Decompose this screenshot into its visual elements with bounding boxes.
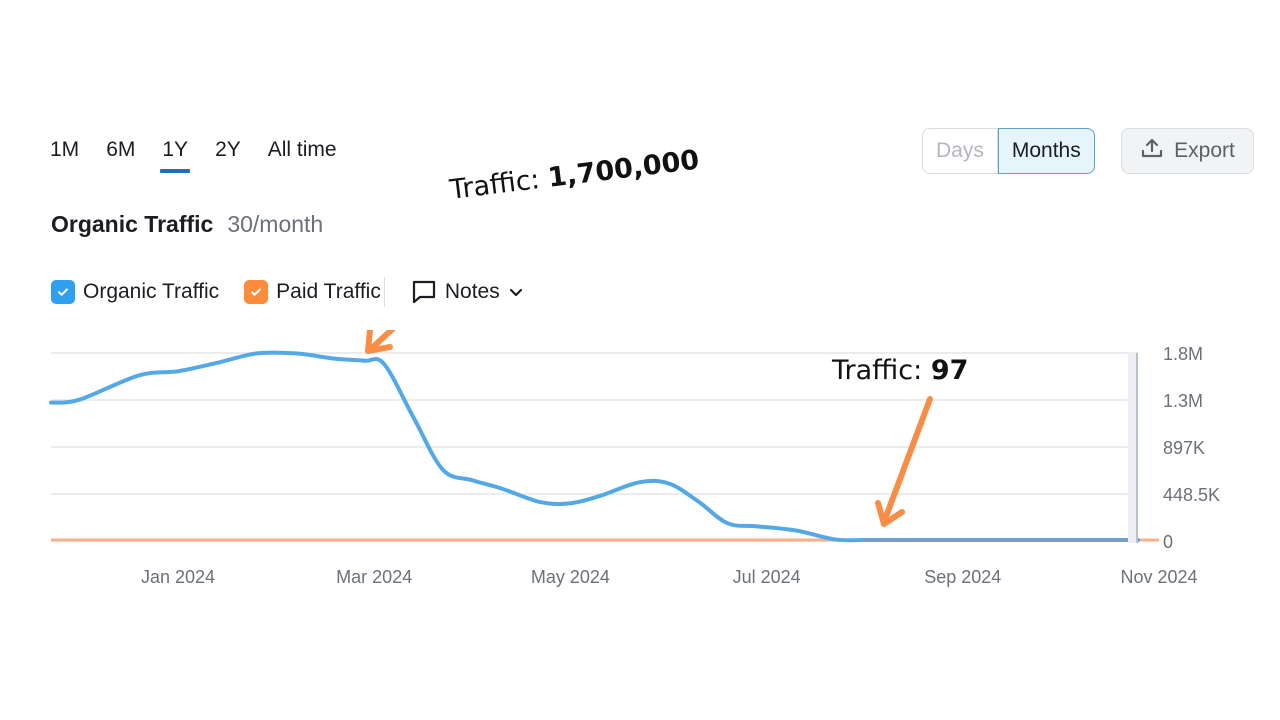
notes-dropdown[interactable]: Notes bbox=[411, 279, 524, 305]
y-tick-label: 448.5K bbox=[1163, 485, 1220, 505]
legend-organic-traffic[interactable]: Organic Traffic bbox=[51, 280, 219, 304]
x-tick-label: Jan 2024 bbox=[141, 567, 215, 587]
notes-label: Notes bbox=[444, 280, 500, 303]
range-tab-1y[interactable]: 1Y bbox=[160, 138, 190, 173]
granularity-toggle: Days Months bbox=[922, 128, 1095, 174]
range-tab-1m[interactable]: 1M bbox=[50, 138, 79, 172]
y-tick-label: 1.8M bbox=[1163, 344, 1203, 364]
legend-paid-traffic[interactable]: Paid Traffic bbox=[244, 280, 381, 304]
x-axis-ticks: Jan 2024 Mar 2024 May 2024 Jul 2024 Sep 2024… bbox=[141, 567, 1198, 587]
x-tick-label: Nov 2024 bbox=[1120, 567, 1197, 587]
annotation-peak-value: 1,700,000 bbox=[546, 144, 701, 194]
checkbox-paid[interactable] bbox=[244, 280, 269, 304]
checkbox-organic[interactable] bbox=[51, 280, 75, 304]
x-tick-label: May 2024 bbox=[531, 567, 610, 587]
chevron-down-icon bbox=[509, 288, 522, 297]
arrow-low bbox=[881, 396, 933, 525]
y-tick-label: 1.3M bbox=[1163, 391, 1203, 411]
annotation-peak-prefix: Traffic: bbox=[448, 163, 550, 206]
months-button[interactable]: Months bbox=[997, 128, 1095, 174]
y-tick-label: 897K bbox=[1163, 438, 1205, 458]
check-icon bbox=[58, 288, 68, 296]
annotation-low-prefix: Traffic: bbox=[832, 355, 931, 386]
legend-paid-label: Paid Traffic bbox=[276, 280, 381, 303]
range-tabs: 1M 6M 1Y 2Y All time bbox=[50, 138, 364, 173]
days-button[interactable]: Days bbox=[922, 128, 998, 174]
comment-icon bbox=[412, 280, 435, 304]
traffic-chart: 0 448.5K 897K 1.3M 1.8M Jan 2024 Mar 2024 May … bbox=[49, 330, 1220, 587]
annotation-peak: Traffic: 1,700,000 bbox=[448, 145, 701, 206]
export-button[interactable]: Export bbox=[1121, 128, 1254, 174]
range-tab-all-time[interactable]: All time bbox=[268, 138, 337, 172]
x-tick-label: Mar 2024 bbox=[336, 567, 412, 587]
grid-lines bbox=[51, 352, 1138, 542]
upload-icon bbox=[1140, 136, 1164, 166]
chart-header: Organic Traffic 30/month bbox=[51, 211, 323, 238]
legend-divider bbox=[383, 277, 385, 307]
x-tick-label: Sep 2024 bbox=[924, 567, 1001, 587]
y-tick-label: 0 bbox=[1163, 532, 1173, 552]
chart-subtitle: 30/month bbox=[227, 211, 324, 237]
check-icon bbox=[251, 288, 262, 296]
annotation-low: Traffic: 97 bbox=[832, 355, 968, 386]
y-axis-ticks: 0 448.5K 897K 1.3M 1.8M bbox=[1163, 344, 1220, 552]
legend: Organic Traffic Paid Traffic Notes bbox=[51, 277, 524, 307]
export-label: Export bbox=[1174, 139, 1235, 162]
x-tick-label: Jul 2024 bbox=[733, 567, 801, 587]
chart-scrollbar bbox=[1128, 353, 1138, 543]
chart-title: Organic Traffic bbox=[51, 211, 214, 237]
annotation-low-value: 97 bbox=[930, 355, 969, 386]
range-tab-6m[interactable]: 6M bbox=[106, 138, 135, 172]
legend-organic-label: Organic Traffic bbox=[83, 280, 220, 303]
range-tab-2y[interactable]: 2Y bbox=[215, 138, 241, 172]
